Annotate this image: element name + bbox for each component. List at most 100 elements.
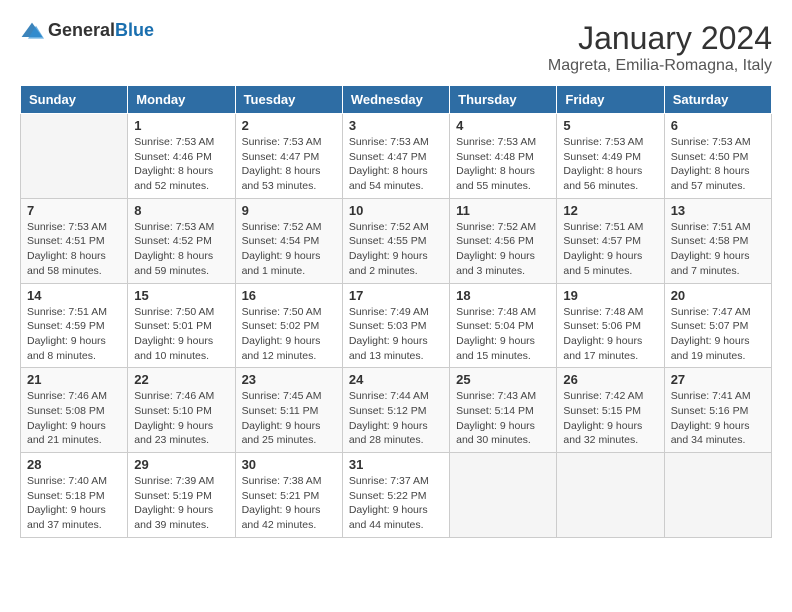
- calendar-cell: 23Sunrise: 7:45 AM Sunset: 5:11 PM Dayli…: [235, 368, 342, 453]
- day-number: 13: [671, 203, 765, 218]
- header-friday: Friday: [557, 86, 664, 114]
- day-info: Sunrise: 7:51 AM Sunset: 4:58 PM Dayligh…: [671, 220, 765, 279]
- calendar-cell: 16 Sunrise: 7:50 AM Sunset: 5:02 PM Dayli…: [235, 283, 342, 368]
- day-info: Sunrise: 7:53 AM Sunset: 4:49 PM Dayligh…: [563, 135, 657, 194]
- logo-blue: Blue: [115, 20, 154, 40]
- day-info: Sunrise: 7:52 AM Sunset: 4:55 PM Dayligh…: [349, 220, 443, 279]
- day-number: 16: [242, 288, 336, 303]
- calendar-cell: 5 Sunrise: 7:53 AM Sunset: 4:49 PM Daylig…: [557, 114, 664, 199]
- day-info: Sunrise: 7:38 AM Sunset: 5:21 PM Dayligh…: [242, 474, 336, 533]
- calendar-week-0: 1 Sunrise: 7:53 AM Sunset: 4:46 PM Daylig…: [21, 114, 772, 199]
- day-number: 18: [456, 288, 550, 303]
- calendar-cell: 7 Sunrise: 7:53 AM Sunset: 4:51 PM Daylig…: [21, 198, 128, 283]
- calendar-week-2: 14 Sunrise: 7:51 AM Sunset: 4:59 PM Dayli…: [21, 283, 772, 368]
- calendar-cell: 28 Sunrise: 7:40 AM Sunset: 5:18 PM Dayli…: [21, 453, 128, 538]
- day-number: 4: [456, 118, 550, 133]
- day-info: Sunrise: 7:53 AM Sunset: 4:52 PM Dayligh…: [134, 220, 228, 279]
- calendar-cell: 15 Sunrise: 7:50 AM Sunset: 5:01 PM Dayli…: [128, 283, 235, 368]
- calendar-cell: 24 Sunrise: 7:44 AM Sunset: 5:12 PM Dayli…: [342, 368, 449, 453]
- day-info: Sunrise: 7:44 AM Sunset: 5:12 PM Dayligh…: [349, 389, 443, 448]
- logo: GeneralBlue: [20, 20, 154, 41]
- day-info: Sunrise: 7:52 AM Sunset: 4:54 PM Dayligh…: [242, 220, 336, 279]
- day-number: 27: [671, 372, 765, 387]
- day-number: 28: [27, 457, 121, 472]
- day-number: 20: [671, 288, 765, 303]
- day-number: 2: [242, 118, 336, 133]
- day-info: Sunrise: 7:51 AM Sunset: 4:57 PM Dayligh…: [563, 220, 657, 279]
- day-info: Sunrise: 7:42 AM Sunset: 5:15 PM Dayligh…: [563, 389, 657, 448]
- day-info: Sunrise: 7:51 AM Sunset: 4:59 PM Dayligh…: [27, 305, 121, 364]
- day-number: 21: [27, 372, 121, 387]
- day-number: 10: [349, 203, 443, 218]
- day-number: 8: [134, 203, 228, 218]
- calendar-cell: 26 Sunrise: 7:42 AM Sunset: 5:15 PM Dayli…: [557, 368, 664, 453]
- day-number: 22: [134, 372, 228, 387]
- day-number: 3: [349, 118, 443, 133]
- day-info: Sunrise: 7:53 AM Sunset: 4:47 PM Dayligh…: [349, 135, 443, 194]
- day-number: 11: [456, 203, 550, 218]
- day-number: 15: [134, 288, 228, 303]
- calendar-cell: 18Sunrise: 7:48 AM Sunset: 5:04 PM Dayli…: [450, 283, 557, 368]
- calendar-cell: [557, 453, 664, 538]
- calendar-cell: 4 Sunrise: 7:53 AM Sunset: 4:48 PM Daylig…: [450, 114, 557, 199]
- calendar-cell: [450, 453, 557, 538]
- calendar-cell: 8 Sunrise: 7:53 AM Sunset: 4:52 PM Daylig…: [128, 198, 235, 283]
- day-number: 30: [242, 457, 336, 472]
- day-info: Sunrise: 7:52 AM Sunset: 4:56 PM Dayligh…: [456, 220, 550, 279]
- header-monday: Monday: [128, 86, 235, 114]
- calendar-cell: 12 Sunrise: 7:51 AM Sunset: 4:57 PM Dayli…: [557, 198, 664, 283]
- day-info: Sunrise: 7:53 AM Sunset: 4:47 PM Dayligh…: [242, 135, 336, 194]
- day-info: Sunrise: 7:46 AM Sunset: 5:08 PM Dayligh…: [27, 389, 121, 448]
- day-number: 5: [563, 118, 657, 133]
- day-number: 17: [349, 288, 443, 303]
- title-block: January 2024 Magreta, Emilia-Romagna, It…: [548, 20, 772, 75]
- calendar-cell: 25 Sunrise: 7:43 AM Sunset: 5:14 PM Dayli…: [450, 368, 557, 453]
- header-wednesday: Wednesday: [342, 86, 449, 114]
- day-number: 26: [563, 372, 657, 387]
- calendar-cell: 17 Sunrise: 7:49 AM Sunset: 5:03 PM Dayli…: [342, 283, 449, 368]
- header-sunday: Sunday: [21, 86, 128, 114]
- logo-general: General: [48, 20, 115, 40]
- calendar-cell: 21 Sunrise: 7:46 AM Sunset: 5:08 PM Dayli…: [21, 368, 128, 453]
- day-number: 31: [349, 457, 443, 472]
- calendar-cell: 30 Sunrise: 7:38 AM Sunset: 5:21 PM Dayli…: [235, 453, 342, 538]
- day-info: Sunrise: 7:37 AM Sunset: 5:22 PM Dayligh…: [349, 474, 443, 533]
- day-info: Sunrise: 7:53 AM Sunset: 4:48 PM Dayligh…: [456, 135, 550, 194]
- day-number: 9: [242, 203, 336, 218]
- calendar-cell: 29 Sunrise: 7:39 AM Sunset: 5:19 PM Dayli…: [128, 453, 235, 538]
- calendar-cell: 11 Sunrise: 7:52 AM Sunset: 4:56 PM Dayli…: [450, 198, 557, 283]
- calendar-week-4: 28 Sunrise: 7:40 AM Sunset: 5:18 PM Dayli…: [21, 453, 772, 538]
- day-info: Sunrise: 7:50 AM Sunset: 5:02 PM Dayligh…: [242, 305, 336, 364]
- day-info: Sunrise: 7:53 AM Sunset: 4:46 PM Dayligh…: [134, 135, 228, 194]
- day-info: Sunrise: 7:45 AM Sunset: 5:11 PM Dayligh…: [242, 389, 336, 448]
- day-info: Sunrise: 7:47 AM Sunset: 5:07 PM Dayligh…: [671, 305, 765, 364]
- calendar-week-3: 21 Sunrise: 7:46 AM Sunset: 5:08 PM Dayli…: [21, 368, 772, 453]
- day-number: 19: [563, 288, 657, 303]
- day-number: 1: [134, 118, 228, 133]
- calendar-cell: [664, 453, 771, 538]
- day-info: Sunrise: 7:50 AM Sunset: 5:01 PM Dayligh…: [134, 305, 228, 364]
- day-info: Sunrise: 7:49 AM Sunset: 5:03 PM Dayligh…: [349, 305, 443, 364]
- subtitle: Magreta, Emilia-Romagna, Italy: [548, 57, 772, 75]
- page-header: GeneralBlue January 2024 Magreta, Emilia…: [20, 20, 772, 75]
- calendar-cell: 14 Sunrise: 7:51 AM Sunset: 4:59 PM Dayli…: [21, 283, 128, 368]
- day-number: 12: [563, 203, 657, 218]
- main-title: January 2024: [548, 20, 772, 57]
- day-info: Sunrise: 7:40 AM Sunset: 5:18 PM Dayligh…: [27, 474, 121, 533]
- header-tuesday: Tuesday: [235, 86, 342, 114]
- calendar-header-row: SundayMondayTuesdayWednesdayThursdayFrid…: [21, 86, 772, 114]
- day-number: 29: [134, 457, 228, 472]
- day-info: Sunrise: 7:43 AM Sunset: 5:14 PM Dayligh…: [456, 389, 550, 448]
- day-number: 24: [349, 372, 443, 387]
- day-info: Sunrise: 7:48 AM Sunset: 5:06 PM Dayligh…: [563, 305, 657, 364]
- day-number: 14: [27, 288, 121, 303]
- day-number: 7: [27, 203, 121, 218]
- calendar-cell: 6Sunrise: 7:53 AM Sunset: 4:50 PM Daylig…: [664, 114, 771, 199]
- day-number: 25: [456, 372, 550, 387]
- day-number: 6: [671, 118, 765, 133]
- calendar-cell: 9 Sunrise: 7:52 AM Sunset: 4:54 PM Daylig…: [235, 198, 342, 283]
- calendar-cell: 13 Sunrise: 7:51 AM Sunset: 4:58 PM Dayli…: [664, 198, 771, 283]
- day-info: Sunrise: 7:53 AM Sunset: 4:51 PM Dayligh…: [27, 220, 121, 279]
- calendar-cell: 22Sunrise: 7:46 AM Sunset: 5:10 PM Dayli…: [128, 368, 235, 453]
- day-info: Sunrise: 7:39 AM Sunset: 5:19 PM Dayligh…: [134, 474, 228, 533]
